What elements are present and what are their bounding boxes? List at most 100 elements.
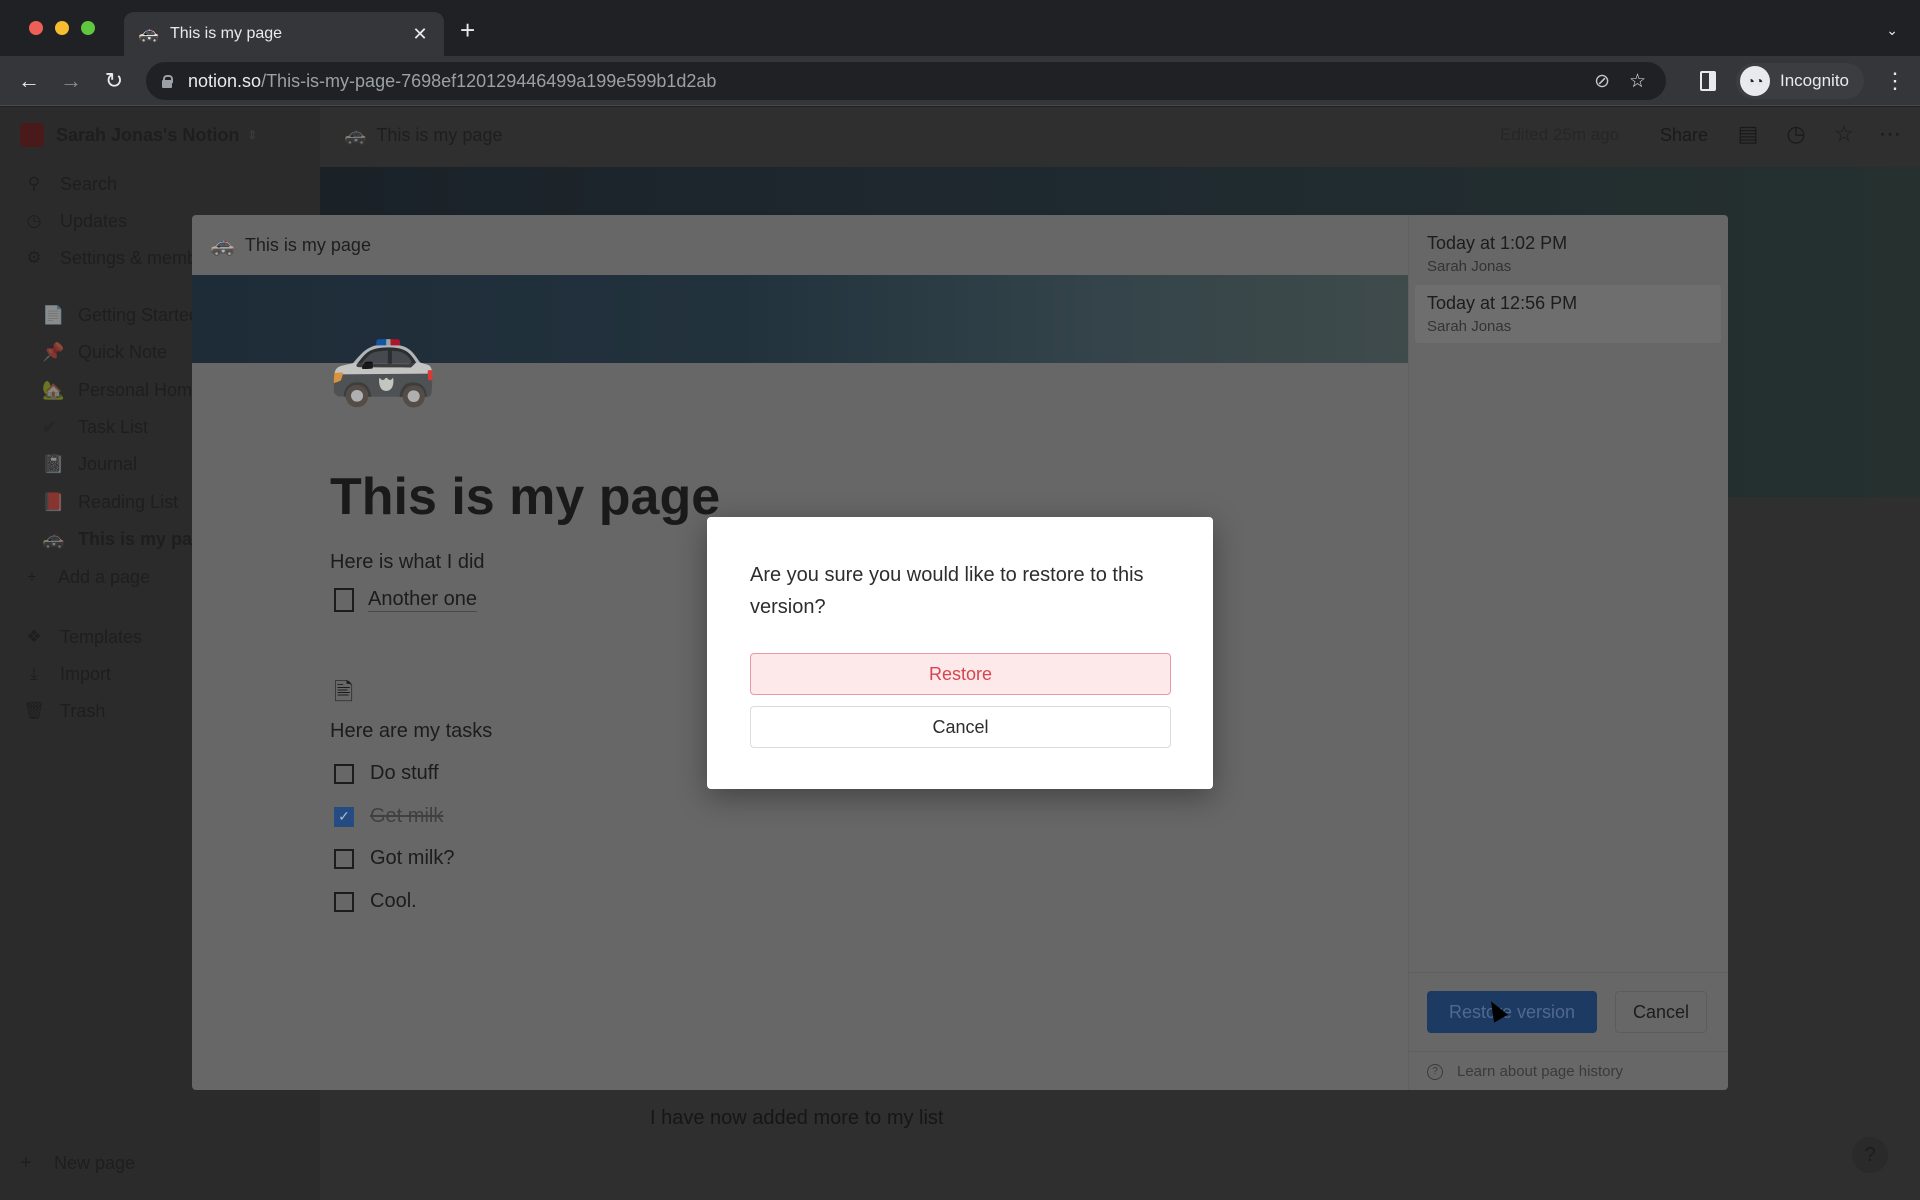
tasks-heading: Here are my tasks <box>330 720 493 742</box>
linked-page-another-one[interactable]: Another one <box>334 588 477 612</box>
todo-label: Get milk <box>370 805 444 827</box>
close-window-button[interactable] <box>29 21 43 35</box>
restore-version-button[interactable]: Restore version <box>1427 991 1597 1033</box>
sidebar-item-label: Import <box>60 663 112 684</box>
add-page-button[interactable]: + Add a page <box>20 562 150 592</box>
learn-page-history-link[interactable]: ? Learn about page history <box>1427 1063 1623 1080</box>
cancel-button[interactable]: Cancel <box>750 706 1171 748</box>
sidebar-page-this-is-my-page[interactable]: › 🚓 This is my page <box>22 524 213 554</box>
browser-tab[interactable]: 🚓 This is my page ✕ <box>124 12 444 56</box>
sidebar-page-label: Quick Note <box>78 341 168 362</box>
pushpin-icon: 📌 <box>42 341 65 362</box>
side-panel-icon[interactable] <box>1700 71 1716 91</box>
incognito-profile-button[interactable]: ◔◔ Incognito <box>1736 63 1864 99</box>
police-car-icon: 🚓 <box>344 125 367 145</box>
minimize-window-button[interactable] <box>55 21 69 35</box>
sidebar-page-label: Getting Started <box>78 304 200 325</box>
sidebar-item-import[interactable]: ⤓ Import <box>22 659 111 689</box>
version-author: Sarah Jonas <box>1427 258 1512 275</box>
expand-caret-icon[interactable]: › <box>22 496 34 508</box>
plus-icon: + <box>20 1152 32 1174</box>
maximize-window-button[interactable] <box>81 21 95 35</box>
sidebar-page-journal[interactable]: › 📓 Journal <box>22 449 137 479</box>
page-title: This is my page <box>330 468 721 526</box>
browser-menu-icon[interactable]: ⋮ <box>1884 68 1906 94</box>
more-options-icon[interactable]: ⋯ <box>1876 121 1904 149</box>
todo-item[interactable]: Cool. <box>334 890 417 913</box>
checkbox-checked-icon[interactable]: ✓ <box>334 806 354 827</box>
forward-arrow-icon[interactable]: → <box>56 66 86 96</box>
breadcrumb-label: This is my page <box>376 125 503 145</box>
expand-caret-icon[interactable]: › <box>22 421 34 433</box>
browser-toolbar: ← → ↻ notion.so/This-is-my-page-7698ef12… <box>0 56 1920 106</box>
sidebar-page-quick-note[interactable]: › 📌 Quick Note <box>22 337 167 367</box>
address-bar[interactable]: notion.so/This-is-my-page-7698ef12012944… <box>146 62 1666 100</box>
back-arrow-icon[interactable]: ← <box>14 66 44 96</box>
new-page-label: New page <box>54 1153 136 1173</box>
sidebar-item-search[interactable]: ⚲ Search <box>22 169 117 199</box>
expand-caret-icon[interactable]: › <box>22 458 34 470</box>
expand-caret-icon[interactable]: › <box>22 309 34 321</box>
sidebar-item-label: Updates <box>60 210 128 231</box>
sidebar-page-reading-list[interactable]: › 📕 Reading List <box>22 487 178 517</box>
bookmark-star-icon[interactable]: ☆ <box>1629 70 1646 93</box>
restore-button[interactable]: Restore <box>750 653 1171 695</box>
url-path: /This-is-my-page-7698ef120129446499a199e… <box>261 70 717 91</box>
tab-close-icon[interactable]: ✕ <box>410 24 430 45</box>
new-page-button[interactable]: + New page <box>20 1152 135 1175</box>
share-button[interactable]: Share <box>1660 125 1708 146</box>
sidebar-page-personal-home[interactable]: › 🏡 Personal Home <box>22 375 202 405</box>
search-icon: ⚲ <box>27 174 41 193</box>
checkbox-unchecked-icon[interactable] <box>334 763 354 784</box>
chevron-updown-icon: ⇕ <box>247 128 258 142</box>
eye-slash-icon[interactable]: ⊘ <box>1594 70 1610 93</box>
history-cancel-button[interactable]: Cancel <box>1615 991 1707 1033</box>
browser-tabstrip: 🚓 This is my page ✕ + ⌄ <box>0 0 1920 56</box>
sidebar-item-trash[interactable]: 🗑 Trash <box>22 696 105 726</box>
intro-text: Here is what I did <box>330 551 485 573</box>
sidebar-item-updates[interactable]: ◷ Updates <box>22 206 127 236</box>
templates-icon: ❖ <box>26 627 42 646</box>
version-item[interactable]: Today at 1:02 PM Sarah Jonas <box>1415 225 1721 283</box>
gear-icon: ⚙ <box>26 248 42 267</box>
workspace-name: Sarah Jonas's Notion <box>56 124 240 145</box>
sidebar-item-label: Trash <box>60 700 106 721</box>
sidebar-item-templates[interactable]: ❖ Templates <box>22 622 142 652</box>
workspace-switcher[interactable]: Sarah Jonas's Notion ⇕ <box>20 123 257 147</box>
favorite-star-icon[interactable]: ☆ <box>1830 121 1858 149</box>
sidebar-page-task-list[interactable]: › ✔ Task List <box>22 412 148 442</box>
todo-label: Cool. <box>370 890 417 912</box>
expand-caret-icon[interactable]: › <box>22 384 34 396</box>
version-author: Sarah Jonas <box>1427 318 1512 335</box>
tab-search-chevron-icon[interactable]: ⌄ <box>1886 22 1898 39</box>
todo-item[interactable]: ✓ Get milk <box>334 805 443 828</box>
expand-caret-icon[interactable]: › <box>22 533 34 545</box>
sidebar-page-label: Reading List <box>78 491 179 512</box>
expand-caret-icon[interactable]: › <box>22 346 34 358</box>
history-clock-icon[interactable]: ◷ <box>1782 121 1810 149</box>
document-link-icon[interactable]: 🖹 <box>334 675 353 716</box>
reload-icon[interactable]: ↻ <box>99 66 129 96</box>
sidebar-item-label: Templates <box>60 626 143 647</box>
comment-icon[interactable]: ▤ <box>1734 121 1762 149</box>
notebook-icon: 📓 <box>42 453 65 474</box>
learn-label: Learn about page history <box>1457 1063 1623 1080</box>
background-page-text: I have now added more to my list <box>650 1107 944 1129</box>
checkbox-unchecked-icon[interactable] <box>334 891 354 912</box>
checkbox-unchecked-icon[interactable] <box>334 848 354 869</box>
new-tab-button[interactable]: + <box>460 17 475 43</box>
help-button[interactable]: ? <box>1852 1137 1888 1173</box>
lock-icon[interactable] <box>162 75 173 88</box>
divider <box>1409 1051 1728 1052</box>
todo-item[interactable]: Do stuff <box>334 762 439 785</box>
workspace-avatar <box>20 123 44 147</box>
page-emoji-icon: 📄 <box>42 304 65 325</box>
confirm-message: Are you sure you would like to restore t… <box>750 564 1144 618</box>
breadcrumb[interactable]: 🚓 This is my page <box>344 125 502 146</box>
sidebar-page-getting-started[interactable]: › 📄 Getting Started <box>22 300 199 330</box>
todo-item[interactable]: Got milk? <box>334 847 454 870</box>
version-item-selected[interactable]: Today at 12:56 PM Sarah Jonas <box>1415 285 1721 343</box>
checkmark-icon: ✔ <box>42 416 58 437</box>
clock-icon: ◷ <box>26 211 42 230</box>
preview-header: 🚓 This is my page <box>192 215 1408 275</box>
